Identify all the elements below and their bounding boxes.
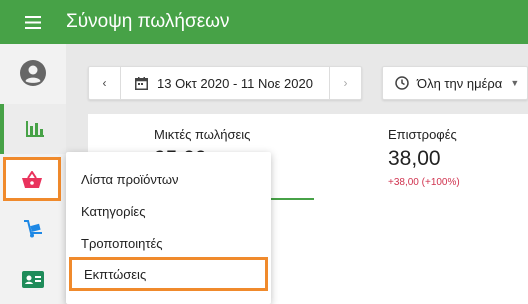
sidebar-item-account[interactable] — [0, 48, 66, 98]
sidebar-item-reports[interactable] — [0, 104, 66, 154]
refunds-label: Επιστροφές — [388, 127, 457, 142]
sidebar — [0, 44, 66, 304]
sidebar-item-customers[interactable] — [0, 254, 66, 304]
dropdown-arrow-icon: ▼ — [510, 78, 520, 88]
bar-chart-icon — [26, 121, 44, 137]
page-title: Σύνοψη πωλήσεων — [66, 11, 230, 32]
menu-item-categories[interactable]: Κατηγορίες — [66, 194, 271, 228]
gross-sales-label: Μικτές πωλήσεις — [154, 127, 251, 142]
contact-card-icon — [22, 270, 44, 288]
time-range-select[interactable]: Όλη την ημέρα ▼ — [382, 66, 528, 100]
menu-item-product-list[interactable]: Λίστα προϊόντων — [66, 162, 271, 196]
date-range-picker: ‹ 13 Οκτ 2020 - 11 Νοε 2020 › — [88, 66, 362, 100]
hand-truck-icon — [24, 220, 42, 238]
time-range-label: Όλη την ημέρα — [417, 75, 503, 91]
refunds-value: 38,00 — [388, 147, 441, 170]
hamburger-menu-button[interactable] — [0, 0, 66, 44]
chevron-right-icon: › — [343, 76, 348, 90]
previous-period-button[interactable]: ‹ — [89, 67, 121, 99]
next-period-button[interactable]: › — [329, 67, 361, 99]
items-submenu: Λίστα προϊόντων Κατηγορίες Τροποποιητές … — [66, 152, 271, 304]
clock-icon — [395, 76, 409, 90]
sidebar-item-inventory[interactable] — [0, 204, 66, 254]
date-range-button[interactable]: 13 Οκτ 2020 - 11 Νοε 2020 — [121, 76, 329, 91]
account-icon — [20, 60, 46, 86]
hamburger-icon — [25, 15, 41, 29]
calendar-icon — [135, 76, 148, 90]
chevron-left-icon: ‹ — [102, 76, 107, 90]
shopping-basket-icon — [22, 170, 42, 188]
sidebar-item-items[interactable] — [3, 157, 61, 201]
date-range-label: 13 Οκτ 2020 - 11 Νοε 2020 — [157, 75, 313, 91]
refunds-change: +38,00 (+100%) — [388, 177, 460, 188]
menu-item-modifiers[interactable]: Τροποποιητές — [66, 226, 271, 260]
menu-item-discounts[interactable]: Εκπτώσεις — [69, 257, 268, 291]
app-header: Σύνοψη πωλήσεων — [0, 0, 528, 44]
